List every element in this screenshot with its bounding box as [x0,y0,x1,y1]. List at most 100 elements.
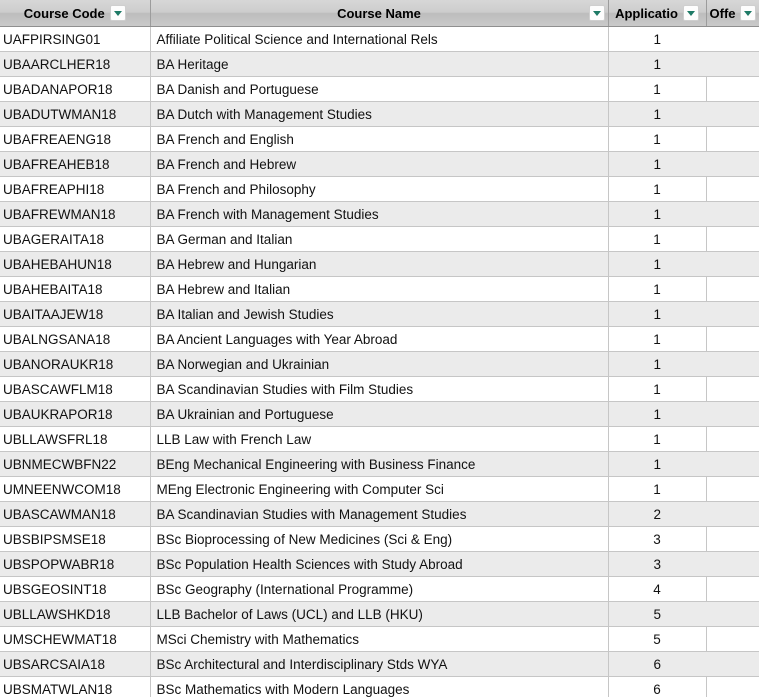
cell-offers[interactable] [706,676,759,697]
cell-applications[interactable]: 1 [608,476,707,502]
cell-course-name[interactable]: LLB Bachelor of Laws (UCL) and LLB (HKU) [150,601,609,627]
cell-offers[interactable] [706,401,759,427]
cell-course-code[interactable]: UBAGERAITA18 [0,226,151,252]
cell-offers[interactable] [706,626,759,652]
cell-applications[interactable]: 1 [608,151,706,177]
table-row[interactable]: UBAITAAJEW18 BA Italian and Jewish Studie… [0,301,759,327]
cell-course-name[interactable]: BA Scandinavian Studies with Management … [150,501,609,527]
cell-offers[interactable] [706,76,759,102]
cell-applications[interactable]: 6 [608,651,706,677]
cell-course-name[interactable]: BA Dutch with Management Studies [150,101,609,127]
cell-course-code[interactable]: UBAUKRAPOR18 [0,401,151,427]
cell-applications[interactable]: 4 [608,576,707,602]
cell-applications[interactable]: 1 [608,451,706,477]
cell-course-name[interactable]: BA French and Philosophy [150,176,609,202]
cell-course-code[interactable]: UBSBIPSMSE18 [0,526,151,552]
cell-course-code[interactable]: UBADANAPOR18 [0,76,151,102]
cell-course-name[interactable]: BSc Architectural and Interdisciplinary … [150,651,609,677]
cell-course-code[interactable]: UBLLAWSHKD18 [0,601,151,627]
cell-course-name[interactable]: BA Norwegian and Ukrainian [150,351,609,377]
cell-course-name[interactable]: BA Italian and Jewish Studies [150,301,609,327]
table-row[interactable]: UBAHEBAITA18 BA Hebrew and Italian 1 [0,276,759,302]
table-row[interactable]: UAFPIRSING01 Affiliate Political Science … [0,26,759,52]
cell-offers[interactable] [706,101,759,127]
cell-offers[interactable] [706,276,759,302]
table-row[interactable]: UMSCHEWMAT18 MSci Chemistry with Mathemat… [0,626,759,652]
cell-course-code[interactable]: UBLLAWSFRL18 [0,426,151,452]
cell-course-code[interactable]: UBSGEOSINT18 [0,576,151,602]
cell-course-code[interactable]: UMSCHEWMAT18 [0,626,151,652]
cell-offers[interactable] [706,601,759,627]
cell-offers[interactable] [706,426,759,452]
cell-course-code[interactable]: UAFPIRSING01 [0,26,151,52]
cell-course-code[interactable]: UBASCAWMAN18 [0,501,151,527]
cell-applications[interactable]: 5 [608,626,707,652]
table-row[interactable]: UBANORAUKR18 BA Norwegian and Ukrainian 1 [0,351,759,377]
cell-course-code[interactable]: UBAFREAHEB18 [0,151,151,177]
cell-course-name[interactable]: BA Heritage [150,51,609,77]
cell-applications[interactable]: 1 [608,101,706,127]
filter-dropdown-course-name[interactable] [588,5,605,21]
cell-applications[interactable]: 3 [608,551,706,577]
cell-offers[interactable] [706,251,759,277]
cell-course-name[interactable]: BA Ukrainian and Portuguese [150,401,609,427]
cell-applications[interactable]: 1 [608,351,706,377]
filter-dropdown-course-code[interactable] [109,5,126,21]
table-row[interactable]: UBALNGSANA18 BA Ancient Languages with Ye… [0,326,759,352]
cell-course-name[interactable]: BA French with Management Studies [150,201,609,227]
cell-course-name[interactable]: LLB Law with French Law [150,426,609,452]
table-row[interactable]: UBSGEOSINT18 BSc Geography (International… [0,576,759,602]
cell-offers[interactable] [706,226,759,252]
cell-applications[interactable]: 1 [608,176,707,202]
cell-applications[interactable]: 6 [608,676,707,697]
cell-offers[interactable] [706,551,759,577]
cell-course-name[interactable]: BA German and Italian [150,226,609,252]
table-row[interactable]: UBAFREAHEB18 BA French and Hebrew 1 [0,151,759,177]
cell-applications[interactable]: 1 [608,401,706,427]
cell-course-name[interactable]: BSc Mathematics with Modern Languages [150,676,609,697]
cell-course-code[interactable]: UBAHEBAHUN18 [0,251,151,277]
cell-applications[interactable]: 3 [608,526,707,552]
cell-course-name[interactable]: BA Scandinavian Studies with Film Studie… [150,376,609,402]
cell-applications[interactable]: 1 [608,51,706,77]
cell-course-name[interactable]: BEng Mechanical Engineering with Busines… [150,451,609,477]
table-row[interactable]: UBASCAWMAN18 BA Scandinavian Studies with… [0,501,759,527]
cell-offers[interactable] [706,476,759,502]
cell-offers[interactable] [706,651,759,677]
table-row[interactable]: UBADANAPOR18 BA Danish and Portuguese 1 [0,76,759,102]
cell-course-code[interactable]: UBNMECWBFN22 [0,451,151,477]
cell-course-name[interactable]: Affiliate Political Science and Internat… [150,26,609,52]
cell-course-code[interactable]: UMNEENWCOM18 [0,476,151,502]
cell-course-name[interactable]: BSc Bioprocessing of New Medicines (Sci … [150,526,609,552]
table-row[interactable]: UBAHEBAHUN18 BA Hebrew and Hungarian 1 [0,251,759,277]
cell-applications[interactable]: 1 [608,26,706,52]
cell-offers[interactable] [706,351,759,377]
table-row[interactable]: UBAFREWMAN18 BA French with Management St… [0,201,759,227]
filter-dropdown-applications[interactable] [682,5,699,21]
cell-course-code[interactable]: UBAHEBAITA18 [0,276,151,302]
cell-course-name[interactable]: BA Ancient Languages with Year Abroad [150,326,609,352]
cell-course-name[interactable]: BSc Geography (International Programme) [150,576,609,602]
table-row[interactable]: UBASCAWFLM18 BA Scandinavian Studies with… [0,376,759,402]
cell-offers[interactable] [706,126,759,152]
cell-applications[interactable]: 1 [608,76,707,102]
cell-offers[interactable] [706,326,759,352]
filter-dropdown-offers[interactable] [740,5,756,21]
cell-course-code[interactable]: UBSARCSAIA18 [0,651,151,677]
cell-course-code[interactable]: UBAFREAENG18 [0,126,151,152]
cell-course-code[interactable]: UBASCAWFLM18 [0,376,151,402]
cell-course-name[interactable]: BA Danish and Portuguese [150,76,609,102]
column-header-course-code[interactable]: Course Code [0,0,151,27]
cell-offers[interactable] [706,376,759,402]
cell-offers[interactable] [706,451,759,477]
cell-applications[interactable]: 1 [608,126,707,152]
cell-applications[interactable]: 1 [608,276,707,302]
cell-course-code[interactable]: UBAARCLHER18 [0,51,151,77]
cell-offers[interactable] [706,576,759,602]
cell-offers[interactable] [706,301,759,327]
cell-course-name[interactable]: BA Hebrew and Hungarian [150,251,609,277]
cell-course-code[interactable]: UBAFREAPHI18 [0,176,151,202]
cell-offers[interactable] [706,176,759,202]
cell-applications[interactable]: 1 [608,201,706,227]
cell-offers[interactable] [706,151,759,177]
